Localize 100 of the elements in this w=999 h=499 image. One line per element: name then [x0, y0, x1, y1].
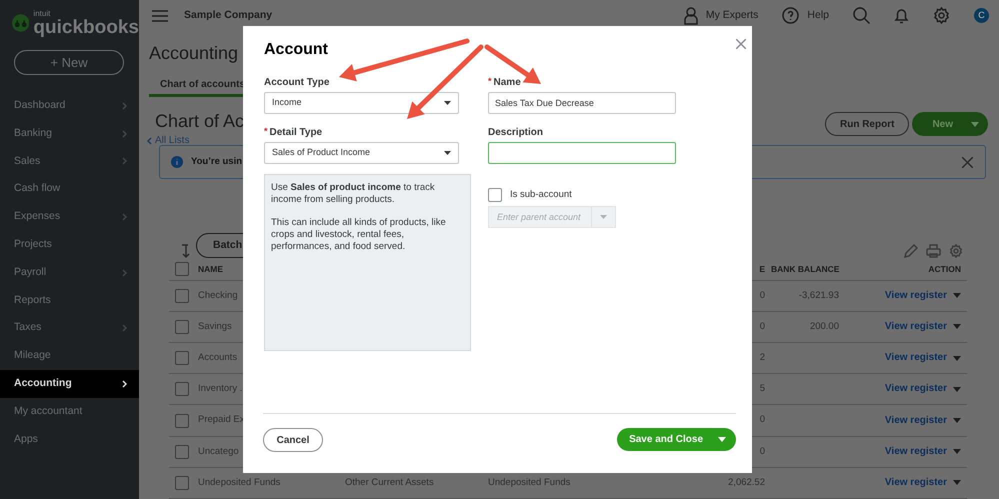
company-name: Sample Company — [184, 8, 272, 23]
checkbox[interactable] — [175, 382, 189, 396]
sidebar-item[interactable]: Sales — [0, 148, 139, 176]
checkbox[interactable] — [175, 262, 189, 276]
caret-icon — [953, 324, 961, 330]
checkbox[interactable] — [175, 444, 189, 459]
caret-icon — [953, 418, 961, 424]
bell-icon[interactable] — [894, 6, 909, 25]
view-register-link[interactable]: View register — [884, 476, 961, 490]
help-icon[interactable] — [782, 7, 800, 24]
caret-icon — [953, 356, 961, 361]
view-register-link[interactable]: View register — [884, 414, 961, 428]
sidebar-item[interactable]: Expenses — [0, 203, 139, 231]
view-register-link[interactable]: View register — [884, 288, 961, 303]
table-cell: Accounts — [198, 352, 238, 364]
view-register-link[interactable]: View register — [884, 320, 961, 334]
caret-icon — [600, 215, 607, 220]
sidebar-item[interactable]: Payroll — [0, 258, 139, 287]
caret-icon — [718, 437, 726, 442]
column-header: E — [759, 264, 765, 274]
sidebar-item[interactable]: Mileage — [0, 342, 139, 370]
logo-text: quickbooks — [33, 18, 139, 36]
settings-icon[interactable] — [949, 244, 963, 258]
column-header: ACTION — [928, 264, 961, 274]
brand-name: intuit — [33, 10, 52, 18]
save-and-close-button[interactable]: Save and Close — [617, 428, 736, 451]
menu-icon[interactable] — [152, 10, 168, 22]
settings-icon[interactable] — [933, 7, 950, 24]
dropdown[interactable]: Income — [264, 92, 459, 114]
table-cell: Checking — [198, 290, 238, 301]
field-label: Name — [494, 76, 521, 88]
sidebar-item[interactable]: Banking — [0, 120, 139, 148]
field-label: Account Type — [264, 76, 330, 88]
checkbox[interactable] — [175, 476, 189, 490]
table-cell: 0 — [760, 414, 765, 426]
checkbox[interactable] — [175, 320, 189, 334]
sidebar-item[interactable]: Projects — [0, 230, 139, 259]
caret-icon — [444, 101, 451, 106]
table-cell: 0 — [760, 446, 765, 457]
chevron-left-icon — [147, 136, 152, 145]
new-button[interactable]: + New — [14, 50, 124, 75]
avatar[interactable]: C — [974, 8, 989, 24]
page-heading: Chart of Ac — [155, 112, 244, 130]
table-cell: Undeposited Funds — [488, 476, 570, 488]
cancel-button[interactable]: Cancel — [263, 428, 323, 452]
input-field[interactable]: Sales Tax Due Decrease — [488, 92, 676, 114]
sidebar-item[interactable]: My accountant — [0, 398, 139, 426]
sort-icon[interactable] — [181, 244, 192, 258]
my-experts-link[interactable]: My Experts — [706, 8, 758, 24]
sidebar-item[interactable]: Cash flow — [0, 175, 139, 204]
table-cell: Inventory . — [198, 383, 242, 394]
caret-icon — [444, 151, 451, 156]
banner-text: You’re usin — [191, 155, 242, 170]
field-label: Description — [488, 126, 544, 138]
view-register-link[interactable]: View register — [884, 382, 961, 396]
print-icon[interactable] — [926, 244, 941, 258]
caret-icon — [953, 480, 961, 486]
sidebar-item[interactable]: Dashboard — [0, 92, 139, 120]
logo-icon — [12, 13, 30, 33]
sidebar-item[interactable]: Taxes — [0, 314, 139, 342]
dropdown: Enter parent account — [488, 206, 616, 228]
modal-title: Account — [264, 40, 329, 60]
required-mark: * — [264, 125, 268, 138]
all-lists-link[interactable]: All Lists — [155, 133, 190, 148]
checkbox[interactable] — [175, 414, 189, 428]
checkbox[interactable] — [175, 351, 189, 366]
close-icon[interactable] — [962, 156, 973, 168]
table-cell: 0 — [760, 290, 765, 301]
new-button[interactable]: New — [912, 112, 988, 136]
help-text: This can include all kinds of products, like crops and livestock, rental fees, performances, and food served. — [271, 217, 447, 252]
help-link[interactable]: Help — [807, 8, 829, 24]
table-cell: Uncatego — [198, 446, 239, 457]
sidebar-item[interactable]: Apps — [0, 426, 139, 454]
required-mark: * — [488, 75, 492, 88]
pencil-icon[interactable] — [904, 244, 918, 258]
person-icon[interactable] — [684, 6, 698, 25]
view-register-link[interactable]: View register — [884, 444, 961, 459]
info-icon — [171, 156, 183, 168]
sidebar-item[interactable]: Reports — [0, 286, 139, 314]
checkbox[interactable] — [488, 188, 502, 202]
dropdown[interactable]: Sales of Product Income — [264, 142, 459, 164]
caret-icon — [953, 449, 961, 454]
field-label: Detail Type — [270, 126, 322, 138]
close-icon — [736, 38, 746, 49]
column-header: NAME — [198, 264, 224, 274]
caret-icon — [953, 386, 961, 392]
checkbox-label: Is sub-account — [510, 188, 572, 202]
table-cell: Other Current Assets — [345, 476, 434, 488]
search-icon[interactable] — [853, 7, 870, 24]
table-cell: -3,621.93 — [798, 290, 839, 301]
table-cell: 200.00 — [810, 320, 839, 332]
input-field[interactable] — [488, 142, 676, 164]
help-text: Use Sales of product income to track income from selling products. — [271, 182, 436, 206]
caret-icon — [971, 122, 979, 127]
table-cell: 5 — [760, 383, 765, 394]
table-cell: Undeposited Funds — [198, 476, 280, 488]
view-register-link[interactable]: View register — [884, 351, 961, 366]
sidebar-item[interactable]: Accounting — [0, 370, 139, 398]
checkbox[interactable] — [175, 288, 189, 303]
run-report-button[interactable]: Run Report — [824, 112, 910, 136]
